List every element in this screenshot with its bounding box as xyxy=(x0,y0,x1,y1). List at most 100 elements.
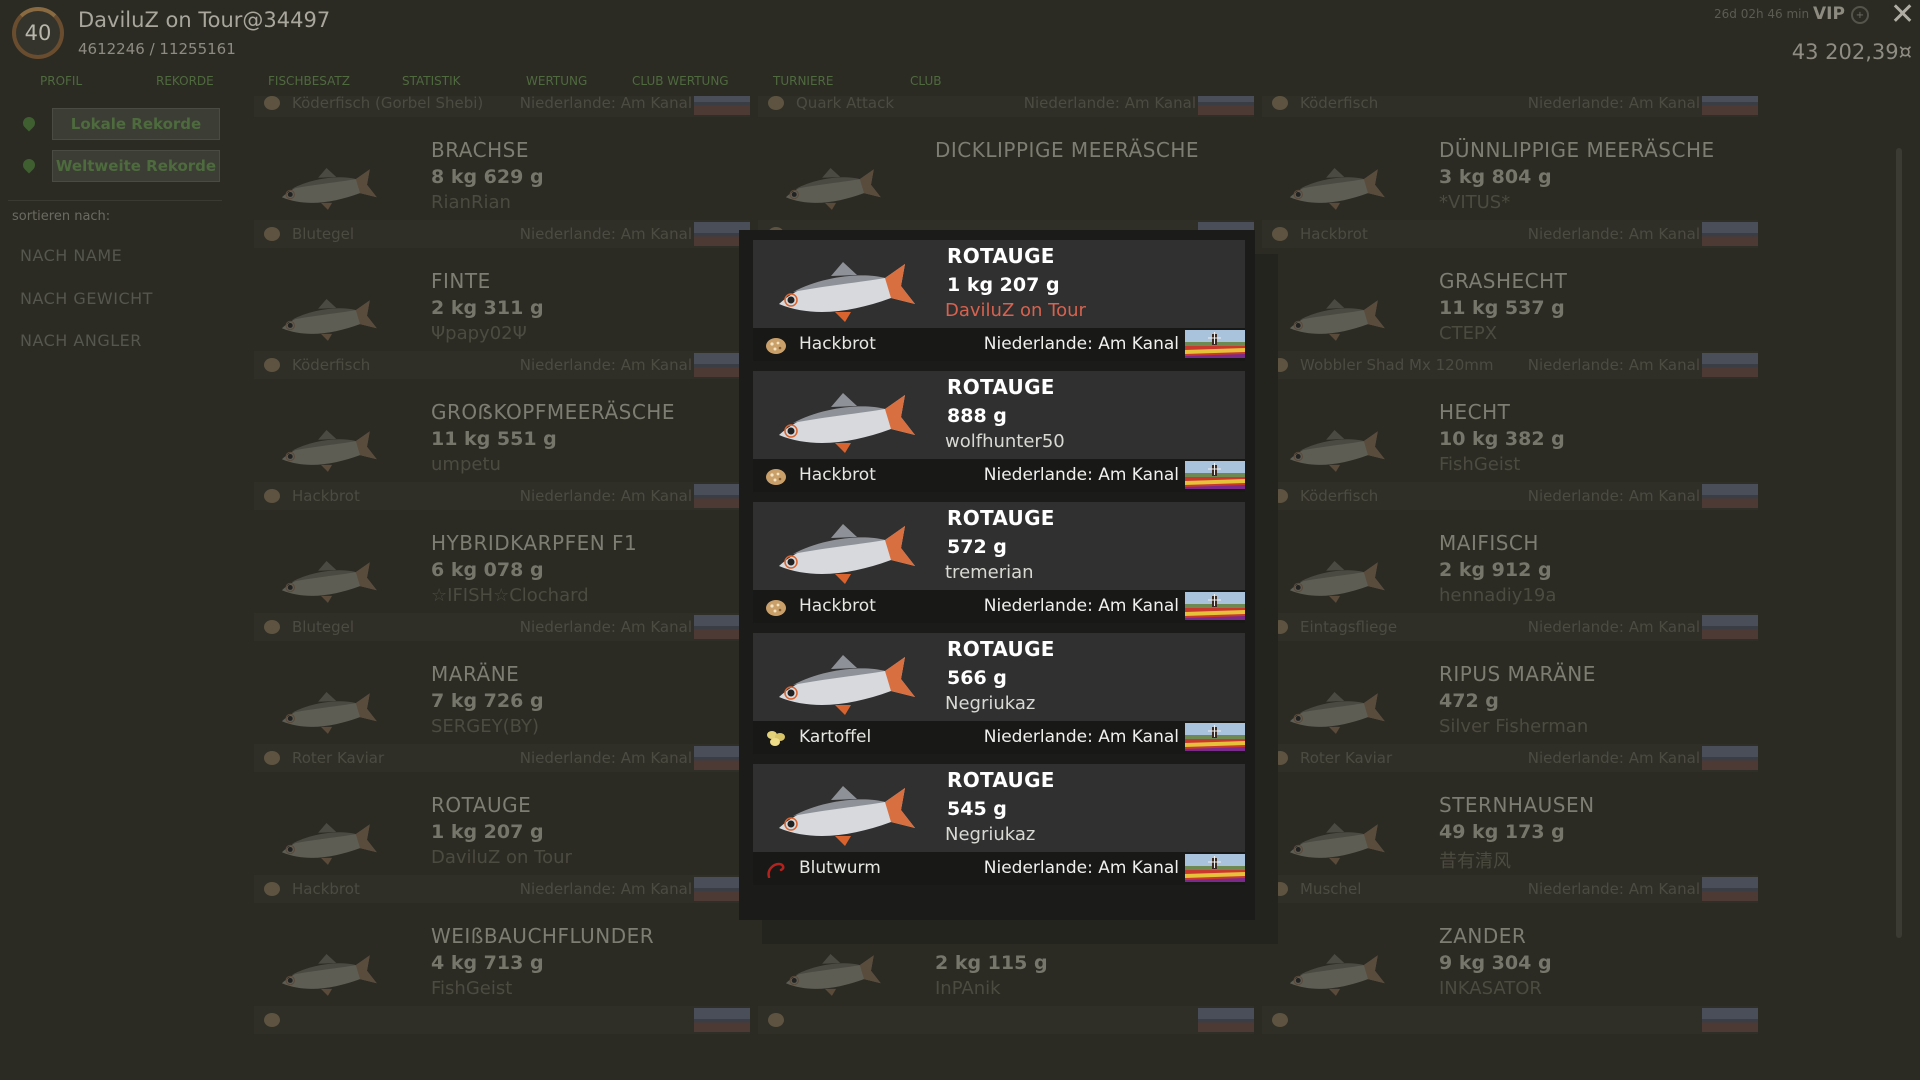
tab-wertung[interactable]: WERTUNG xyxy=(526,74,587,88)
fish-name: GRASHECHT xyxy=(1439,269,1568,293)
sort-by-weight[interactable]: NACH GEWICHT xyxy=(20,289,153,308)
fish-name: GROẞKOPFMEERÄSCHE xyxy=(431,400,675,424)
vip-info-icon[interactable]: + xyxy=(1851,6,1869,24)
location-pin-icon xyxy=(22,117,36,131)
local-records-button[interactable]: Lokale Rekorde xyxy=(52,108,220,140)
bait-icon xyxy=(768,1013,784,1027)
sort-by-angler[interactable]: NACH ANGLER xyxy=(20,331,142,350)
sort-by-name[interactable]: NACH NAME xyxy=(20,246,122,265)
fish-name: MAIFISCH xyxy=(1439,531,1539,555)
record-card[interactable]: ZANDER 9 kg 304 g INKASATOR xyxy=(1258,918,1762,1049)
angler-name[interactable]: tremerian xyxy=(945,562,1034,583)
fish-image xyxy=(270,940,390,1000)
angler-name: hennadiy19a xyxy=(1439,585,1557,606)
bait-icon xyxy=(264,96,280,110)
scrollbar[interactable] xyxy=(1896,148,1902,938)
angler-name[interactable]: Negriukaz xyxy=(945,824,1035,845)
record-entry-main: ROTAUGE 888 g wolfhunter50 xyxy=(753,371,1245,459)
netherlands-flag-icon xyxy=(1198,1008,1254,1032)
record-card[interactable]: GRASHECHT 11 kg 537 g CTEPX Wobbler Shad… xyxy=(1258,263,1762,394)
bait-icon xyxy=(264,882,280,896)
fish-name: HYBRIDKARPFEN F1 xyxy=(431,531,638,555)
netherlands-flag-icon xyxy=(694,96,750,115)
record-card[interactable]: 5 kg 253 g drakkar2 Köderfisch (Gorbel S… xyxy=(250,96,754,132)
header: 40 DaviluZ on Tour@34497 4612246 / 11255… xyxy=(0,0,1920,100)
bait-name: Köderfisch xyxy=(292,356,371,374)
location-pin-icon xyxy=(22,159,36,173)
netherlands-flag-icon xyxy=(1198,96,1254,115)
tab-club[interactable]: CLUB xyxy=(910,74,941,88)
player-name: DaviluZ on Tour@34497 xyxy=(78,8,331,32)
world-records-button[interactable]: Weltweite Rekorde xyxy=(52,150,220,182)
angler-name: *VITUS* xyxy=(1439,192,1511,213)
sidebar-divider xyxy=(8,200,222,201)
fish-name: STERNHAUSEN xyxy=(1439,793,1595,817)
bait-icon xyxy=(264,751,280,765)
fish-weight: 572 g xyxy=(947,536,1007,558)
angler-name[interactable]: wolfhunter50 xyxy=(945,431,1065,452)
record-card[interactable]: RIPUS MARÄNE 472 g Silver Fisherman Rote… xyxy=(1258,656,1762,787)
netherlands-flag-icon xyxy=(1702,222,1758,246)
record-entry-footer: Hackbrot Niederlande: Am Kanal xyxy=(753,459,1245,492)
record-entry[interactable]: ROTAUGE 1 kg 207 g DaviluZ on Tour Hackb… xyxy=(753,240,1245,361)
tab-fischbesatz[interactable]: FISCHBESATZ xyxy=(268,74,350,88)
record-info-bar: Köderfisch Niederlande: Am Kanal xyxy=(1262,96,1758,117)
record-entry-footer: Hackbrot Niederlande: Am Kanal xyxy=(753,328,1245,361)
angler-name: Silver Fisherman xyxy=(1439,716,1589,737)
record-card[interactable]: FINTE 2 kg 311 g Ψpapy02Ψ Köderfisch Nie… xyxy=(250,263,754,394)
record-info-bar: Roter Kaviar Niederlande: Am Kanal xyxy=(1262,744,1758,772)
bloodworm-icon xyxy=(765,860,787,879)
record-entry-main: ROTAUGE 566 g Negriukaz xyxy=(753,633,1245,721)
fish-image xyxy=(774,940,894,1000)
location-name: Niederlande: Am Kanal xyxy=(1527,356,1700,374)
record-card[interactable]: HECHT 10 kg 382 g FishGeist Köderfisch N… xyxy=(1258,394,1762,525)
location-name: Niederlande: Am Kanal xyxy=(983,596,1179,616)
bait-name: Roter Kaviar xyxy=(292,749,385,767)
fish-weight: 1 kg 207 g xyxy=(947,274,1060,296)
record-card[interactable]: ROTAUGE 1 kg 207 g DaviluZ on Tour Hackb… xyxy=(250,787,754,918)
record-info-bar: Roter Kaviar Niederlande: Am Kanal xyxy=(254,744,750,772)
record-card[interactable]: STERNHAUSEN 49 kg 173 g 昔有清风 Muschel Nie… xyxy=(1258,787,1762,918)
bait-name: Blutegel xyxy=(292,618,354,636)
location-name: Niederlande: Am Kanal xyxy=(1527,749,1700,767)
angler-name[interactable]: DaviluZ on Tour xyxy=(945,300,1086,321)
record-entry[interactable]: ROTAUGE 888 g wolfhunter50 Hackbrot Nied… xyxy=(753,371,1245,492)
record-card[interactable]: HYBRIDKARPFEN F1 6 kg 078 g ☆IFISH☆Cloch… xyxy=(250,525,754,656)
location-name: Niederlande: Am Kanal xyxy=(983,334,1179,354)
angler-name: Ψpapy02Ψ xyxy=(431,323,527,344)
angler-name[interactable]: Negriukaz xyxy=(945,693,1035,714)
tab-rekorde[interactable]: REKORDE xyxy=(156,74,214,88)
record-card[interactable]: DÜNNLIPPIGE MEERÄSCHE 3 kg 804 g *VITUS*… xyxy=(1258,132,1762,263)
tab-profil[interactable]: PROFIL xyxy=(40,74,82,88)
fish-name: MARÄNE xyxy=(431,662,520,686)
fish-image xyxy=(1278,416,1398,476)
record-card[interactable]: WEIßBAUCHFLUNDER 4 kg 713 g FishGeist xyxy=(250,918,754,1049)
bait-name: Quark Attack xyxy=(796,96,895,112)
record-card[interactable]: BRACHSE 8 kg 629 g RianRian Blutegel Nie… xyxy=(250,132,754,263)
record-card[interactable]: 7 kg 353 g tremerian Quark Attack Nieder… xyxy=(754,96,1258,132)
fish-image xyxy=(1278,547,1398,607)
record-info-bar: Blutegel Niederlande: Am Kanal xyxy=(254,613,750,641)
record-info-bar: Eintagsfliege Niederlande: Am Kanal xyxy=(1262,613,1758,641)
record-entry[interactable]: ROTAUGE 545 g Negriukaz Blutwurm Niederl… xyxy=(753,764,1245,885)
tab-turniere[interactable]: TURNIERE xyxy=(773,74,833,88)
record-info-bar: Köderfisch Niederlande: Am Kanal xyxy=(254,351,750,379)
fish-image xyxy=(1278,809,1398,869)
record-card[interactable]: 5 kg 257 g amogage Köderfisch Niederland… xyxy=(1258,96,1762,132)
roach-fish-image xyxy=(773,635,923,721)
record-card[interactable]: MARÄNE 7 kg 726 g SERGEY(BY) Roter Kavia… xyxy=(250,656,754,787)
fish-name: ROTAUGE xyxy=(431,793,532,817)
close-button[interactable]: ✕ xyxy=(1890,0,1915,30)
bait-name: Roter Kaviar xyxy=(1300,749,1393,767)
fish-name: HECHT xyxy=(1439,400,1511,424)
tab-club-wertung[interactable]: CLUB WERTUNG xyxy=(632,74,729,88)
record-card[interactable]: GROẞKOPFMEERÄSCHE 11 kg 551 g umpetu Hac… xyxy=(250,394,754,525)
netherlands-flag-icon xyxy=(1185,723,1245,751)
record-entry[interactable]: ROTAUGE 572 g tremerian Hackbrot Niederl… xyxy=(753,502,1245,623)
record-card[interactable]: MAIFISCH 2 kg 912 g hennadiy19a Eintagsf… xyxy=(1258,525,1762,656)
record-entry-footer: Kartoffel Niederlande: Am Kanal xyxy=(753,721,1245,754)
record-entry[interactable]: ROTAUGE 566 g Negriukaz Kartoffel Nieder… xyxy=(753,633,1245,754)
record-info-bar: Hackbrot Niederlande: Am Kanal xyxy=(254,875,750,903)
tab-statistik[interactable]: STATISTIK xyxy=(402,74,461,88)
netherlands-flag-icon xyxy=(1702,1008,1758,1032)
